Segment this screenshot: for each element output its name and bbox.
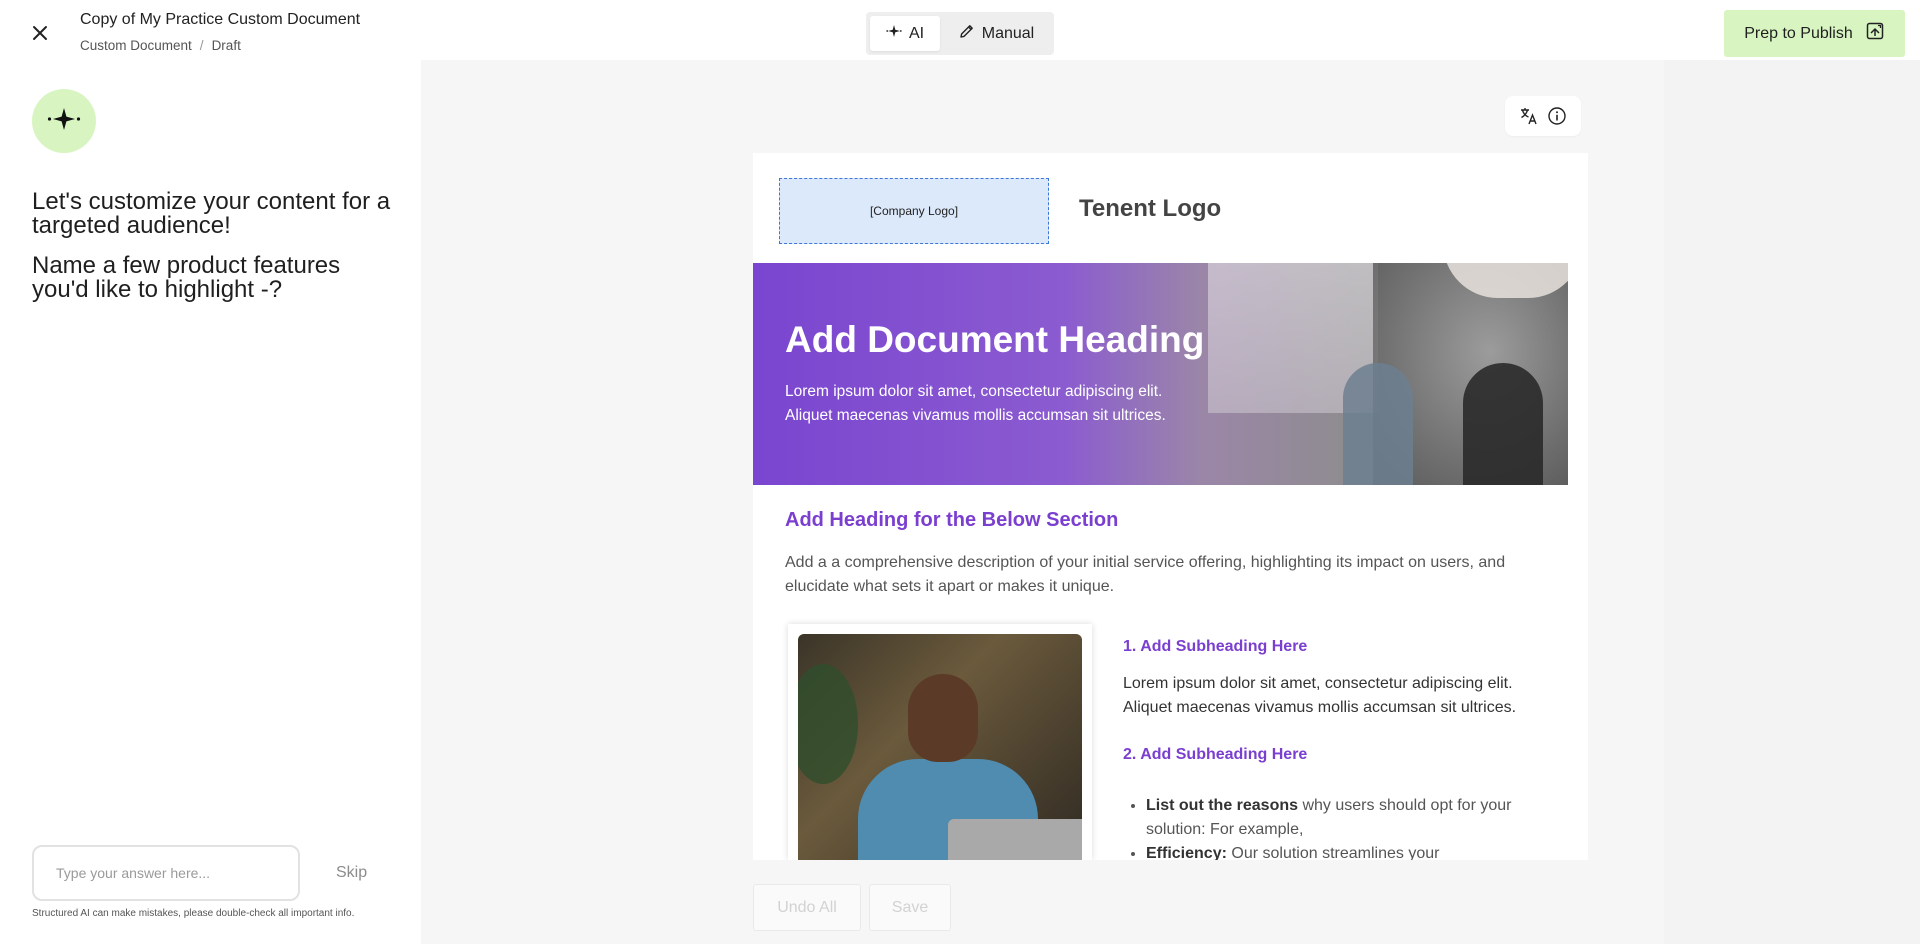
subheading-1[interactable]: 1. Add Subheading Here — [1123, 638, 1307, 656]
breadcrumb-item-status: Draft — [211, 38, 241, 53]
document-tools — [1505, 96, 1581, 136]
answer-input[interactable] — [32, 845, 300, 901]
breadcrumb-separator: / — [199, 38, 204, 53]
publish-icon — [1865, 21, 1885, 46]
hero-subtitle[interactable]: Lorem ipsum dolor sit amet, consectetur … — [785, 380, 1205, 428]
breadcrumb: Custom Document / Draft — [80, 38, 241, 53]
publish-label: Prep to Publish — [1744, 24, 1853, 42]
subheading-2[interactable]: 2. Add Subheading Here — [1123, 746, 1307, 764]
manual-mode-button[interactable]: Manual — [942, 16, 1050, 51]
sparkle-icon — [886, 23, 902, 44]
assistant-prompt: Let's customize your content for a targe… — [32, 190, 402, 318]
hero-banner[interactable]: Add Document Heading Lorem ipsum dolor s… — [753, 263, 1568, 485]
manual-mode-label: Manual — [981, 24, 1035, 42]
bullet-bold: Efficiency: — [1146, 845, 1227, 860]
undo-all-button[interactable]: Undo All — [753, 884, 861, 931]
prep-to-publish-button[interactable]: Prep to Publish — [1724, 10, 1905, 57]
ai-disclaimer: Structured AI can make mistakes, please … — [32, 908, 355, 919]
bullet-text: Our solution streamlines your — [1226, 845, 1440, 860]
assistant-message: Let's customize your content for a targe… — [32, 188, 391, 239]
ai-mode-button[interactable]: AI — [870, 16, 940, 51]
hero-title[interactable]: Add Document Heading — [785, 319, 1204, 361]
feature-bullet-list[interactable]: List out the reasons why users should op… — [1146, 794, 1536, 860]
sparkle-icon — [47, 102, 81, 141]
pencil-icon — [958, 23, 975, 45]
feature-image — [798, 634, 1082, 860]
document-title: Copy of My Practice Custom Document — [80, 11, 361, 28]
bullet-bold: List out the reasons — [1146, 797, 1299, 814]
photo-plant — [798, 664, 858, 784]
photo-laptop — [948, 819, 1082, 860]
document-actions: Undo All Save — [753, 884, 951, 931]
hero-image-person — [1463, 363, 1543, 485]
ai-mode-label: AI — [908, 24, 925, 42]
breadcrumb-item-type[interactable]: Custom Document — [80, 38, 192, 53]
top-bar: Copy of My Practice Custom Document Cust… — [0, 0, 1920, 60]
company-logo-placeholder[interactable]: [Company Logo] — [779, 178, 1049, 244]
save-button[interactable]: Save — [869, 884, 951, 931]
tenant-logo[interactable]: Tenent Logo — [1079, 195, 1221, 223]
ai-assistant-avatar — [32, 89, 96, 153]
list-item: Efficiency: Our solution streamlines you… — [1146, 842, 1536, 860]
section-heading[interactable]: Add Heading for the Below Section — [785, 509, 1118, 532]
mode-toggle: AI Manual — [866, 12, 1054, 55]
ai-assistant-panel: Let's customize your content for a targe… — [0, 60, 421, 944]
section-description[interactable]: Add a a comprehensive description of you… — [785, 551, 1545, 599]
subheading-1-text[interactable]: Lorem ipsum dolor sit amet, consectetur … — [1123, 672, 1543, 720]
hero-image-person — [1343, 363, 1413, 485]
photo-person-head — [908, 674, 978, 762]
canvas-right-strip — [1664, 60, 1920, 944]
list-item: List out the reasons why users should op… — [1146, 794, 1536, 842]
feature-image-frame[interactable] — [788, 624, 1092, 860]
info-icon[interactable] — [1547, 106, 1567, 126]
close-icon[interactable] — [27, 20, 53, 46]
document-page: [Company Logo] Tenent Logo Add Document … — [753, 153, 1588, 860]
translate-icon[interactable] — [1519, 106, 1539, 126]
skip-button[interactable]: Skip — [336, 864, 367, 882]
assistant-question: Name a few product features you'd like t… — [32, 252, 341, 303]
